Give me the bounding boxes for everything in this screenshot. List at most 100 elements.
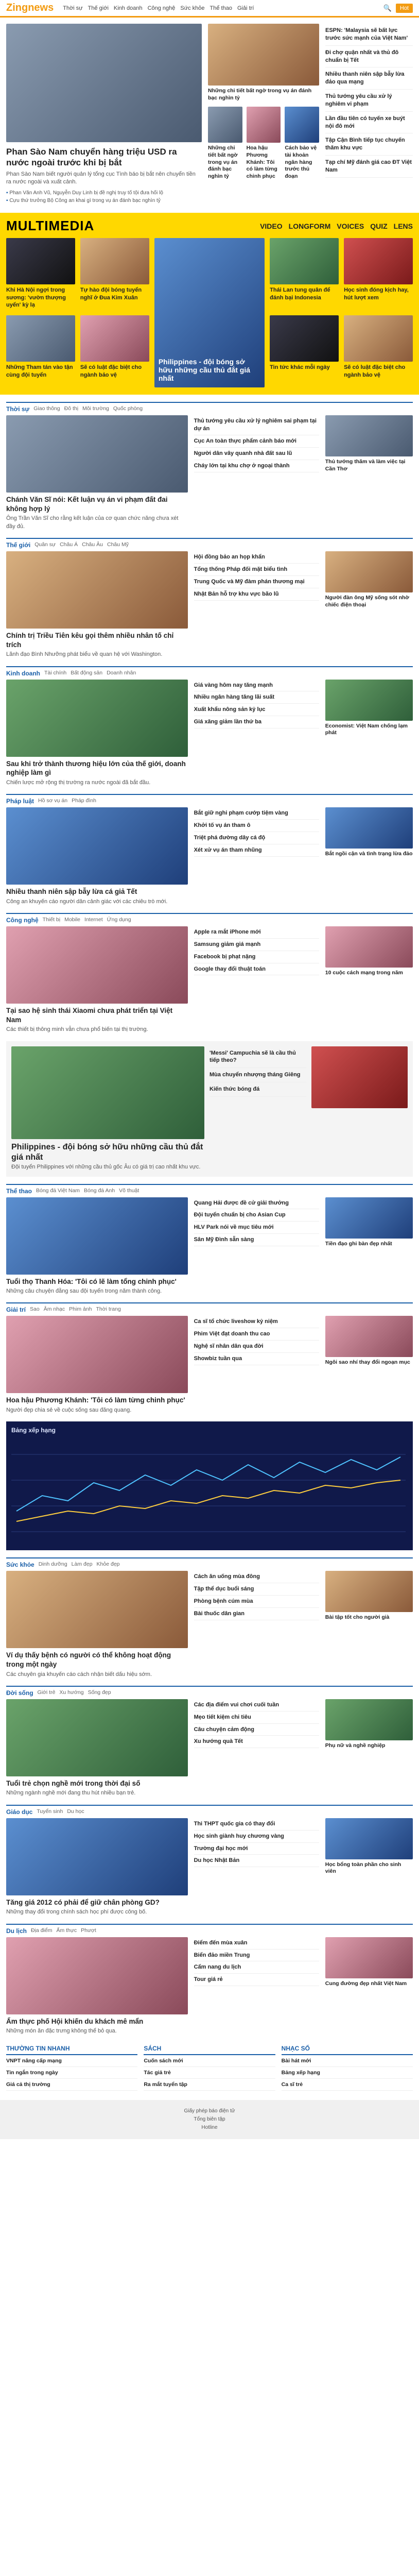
- section-list-item[interactable]: Đội tuyển chuẩn bị cho Asian Cup: [194, 1209, 319, 1222]
- tab-voices[interactable]: VOICES: [337, 222, 364, 230]
- section-name[interactable]: Giáo dục: [6, 1808, 32, 1816]
- section-list-item[interactable]: Cẩm nang du lịch: [194, 1961, 319, 1974]
- tab-video[interactable]: VIDEO: [260, 222, 283, 230]
- multimedia-item[interactable]: Tự hào đội bóng tuyển nghĩ ở Đua Kim Xuâ…: [80, 238, 149, 310]
- hero-card[interactable]: Hoa hậu Phương Khánh: Tôi có làm từng ch…: [246, 107, 281, 180]
- hot-button[interactable]: Hot: [395, 3, 413, 13]
- section-sub-link[interactable]: Internet: [84, 917, 103, 924]
- section-list-item[interactable]: Bắt giữ nghi phạm cướp tiệm vàng: [194, 807, 319, 820]
- hero-card[interactable]: Cách bảo vệ tài khoản ngân hàng trước th…: [285, 107, 319, 180]
- section-sub-link[interactable]: Dinh dưỡng: [39, 1561, 67, 1568]
- section-list-item[interactable]: Khởi tố vụ án tham ô: [194, 820, 319, 832]
- section-sub-link[interactable]: Sống đẹp: [88, 1689, 111, 1697]
- side-item[interactable]: Thủ tướng yêu cầu xử lý nghiêm vi phạm: [325, 90, 413, 112]
- section-sub-link[interactable]: Phim ảnh: [69, 1306, 92, 1313]
- section-sub-link[interactable]: Thiết bị: [43, 917, 60, 924]
- section-lead[interactable]: Nhiều thanh niên sập bẫy lừa cá giả Tết …: [6, 807, 188, 906]
- section-list-item[interactable]: Ca sĩ tổ chức liveshow kỷ niệm: [194, 1316, 319, 1329]
- section-list-item[interactable]: Giá xăng giảm lần thứ ba: [194, 716, 319, 729]
- section-side[interactable]: 10 cuộc cách mạng trong năm: [325, 926, 413, 1033]
- section-list-item[interactable]: Điểm đến mùa xuân: [194, 1937, 319, 1950]
- column-item[interactable]: Ca sĩ trẻ: [281, 2079, 413, 2091]
- column-item[interactable]: Bảng xếp hạng: [281, 2067, 413, 2079]
- section-sub-link[interactable]: Quân sự: [34, 541, 56, 549]
- section-sub-link[interactable]: Thời trang: [96, 1306, 121, 1313]
- section-list-item[interactable]: Google thay đổi thuật toán: [194, 963, 319, 976]
- section-list-item[interactable]: Học sinh giành huy chương vàng: [194, 1831, 319, 1843]
- section-name[interactable]: Thời sự: [6, 405, 29, 413]
- side-item[interactable]: Tập Cận Bình tiếp tục chuyến thăm khu vự…: [325, 133, 413, 156]
- section-sub-link[interactable]: Bóng đá Việt Nam: [36, 1188, 80, 1195]
- section-sub-link[interactable]: Giao thông: [33, 405, 60, 413]
- section-list-item[interactable]: Sân Mỹ Đình sẵn sàng: [194, 1234, 319, 1246]
- section-side[interactable]: Cung đường đẹp nhất Việt Nam: [325, 1937, 413, 2036]
- section-list-item[interactable]: Tập thể dục buổi sáng: [194, 1583, 319, 1596]
- section-sub-link[interactable]: Khỏe đẹp: [97, 1561, 120, 1568]
- section-name[interactable]: Thể thao: [6, 1188, 32, 1195]
- section-list-item[interactable]: Các địa điểm vui chơi cuối tuần: [194, 1699, 319, 1711]
- section-sub-link[interactable]: Châu Âu: [82, 541, 103, 549]
- section-list-item[interactable]: Apple ra mắt iPhone mới: [194, 926, 319, 939]
- section-name[interactable]: Thế giới: [6, 541, 30, 549]
- section-lead[interactable]: Ẩm thực phố Hội khiến du khách mê mẩn Nh…: [6, 1937, 188, 2036]
- column-item[interactable]: Bài hát mới: [281, 2055, 413, 2067]
- section-list-item[interactable]: Thủ tướng yêu cầu xử lý nghiêm sai phạm …: [194, 415, 319, 435]
- section-sub-link[interactable]: Doanh nhân: [107, 670, 136, 677]
- section-list-item[interactable]: Nhật Bản hỗ trợ khu vực bão lũ: [194, 588, 319, 601]
- strip-main[interactable]: Philippines - đội bóng sở hữu những cầu …: [11, 1046, 204, 1172]
- section-list-item[interactable]: Bài thuốc dân gian: [194, 1608, 319, 1620]
- section-sub-link[interactable]: Phượt: [81, 1927, 96, 1935]
- search-icon[interactable]: 🔍: [383, 4, 392, 12]
- column-item[interactable]: Tác giả trẻ: [144, 2067, 275, 2079]
- multimedia-item[interactable]: Tin tức khác mỗi ngày: [270, 315, 339, 387]
- section-list-item[interactable]: Trường đại học mới: [194, 1843, 319, 1855]
- section-sub-link[interactable]: Đô thị: [64, 405, 78, 413]
- hero-card[interactable]: Những chi tiết bất ngờ trong vụ án đánh …: [208, 107, 242, 180]
- section-sub-link[interactable]: Hồ sơ vụ án: [38, 798, 67, 805]
- section-side[interactable]: Phụ nữ và nghề nghiệp: [325, 1699, 413, 1798]
- nav-item[interactable]: Kinh doanh: [114, 5, 143, 11]
- section-lead[interactable]: Hoa hậu Phương Khánh: 'Tôi có làm từng c…: [6, 1316, 188, 1414]
- section-list-item[interactable]: Quang Hải được đề cử giải thưởng: [194, 1197, 319, 1210]
- section-name[interactable]: Đời sống: [6, 1689, 33, 1697]
- column-head[interactable]: NHẠC SỐ: [281, 2043, 413, 2055]
- section-side[interactable]: Bắt ngồi cận và tình trạng lừa đảo: [325, 807, 413, 906]
- section-sub-link[interactable]: Xu hướng: [59, 1689, 83, 1697]
- multimedia-item[interactable]: Khi Hà Nội ngợi trong sương: 'vườn thượn…: [6, 238, 75, 310]
- strip-item[interactable]: Mùa chuyển nhượng tháng Giêng: [210, 1068, 306, 1083]
- multimedia-item[interactable]: Học sinh đóng kịch hay, hút lượt xem: [344, 238, 413, 310]
- column-item[interactable]: Cuốn sách mới: [144, 2055, 275, 2067]
- hero-image[interactable]: [6, 24, 202, 142]
- section-lead[interactable]: Chánh Văn Sĩ nói: Kết luận vụ án vi phạm…: [6, 415, 188, 531]
- section-side[interactable]: Economist: Việt Nam chống lạm phát: [325, 679, 413, 787]
- section-list-item[interactable]: Phòng bệnh cúm mùa: [194, 1596, 319, 1608]
- section-sub-link[interactable]: Làm đẹp: [72, 1561, 93, 1568]
- section-list-item[interactable]: Du học Nhật Bản: [194, 1855, 319, 1868]
- nav-item[interactable]: Thế giới: [88, 5, 109, 11]
- hero-card[interactable]: Những chi tiết bất ngờ trong vụ án đánh …: [208, 24, 319, 101]
- section-lead[interactable]: Tại sao hệ sinh thái Xiaomi chưa phát tr…: [6, 926, 188, 1033]
- multimedia-item[interactable]: Thái Lan tung quân để đánh bại Indonesia: [270, 238, 339, 310]
- section-list-item[interactable]: Câu chuyện cảm động: [194, 1724, 319, 1736]
- multimedia-feature[interactable]: Philippines - đội bóng sở hữu những cầu …: [154, 238, 265, 388]
- section-list-item[interactable]: Biển đảo miền Trung: [194, 1950, 319, 1962]
- section-sub-link[interactable]: Tuyển sinh: [37, 1808, 63, 1816]
- section-side[interactable]: Tiền đạo ghi bàn đẹp nhất: [325, 1197, 413, 1296]
- section-name[interactable]: Du lịch: [6, 1927, 27, 1935]
- section-sub-link[interactable]: Du học: [67, 1808, 84, 1816]
- section-sub-link[interactable]: Võ thuật: [119, 1188, 139, 1195]
- section-name[interactable]: Pháp luật: [6, 798, 34, 805]
- multimedia-item[interactable]: Sẽ có luật đặc biệt cho ngành bảo vệ: [344, 315, 413, 387]
- section-name[interactable]: Kinh doanh: [6, 670, 40, 677]
- section-sub-link[interactable]: Giới trẻ: [38, 1689, 56, 1697]
- section-list-item[interactable]: Nhiều ngân hàng tăng lãi suất: [194, 691, 319, 704]
- section-lead[interactable]: Tăng giá 2012 có phải để giữ chân phòng …: [6, 1818, 188, 1917]
- side-item[interactable]: Nhiều thanh niên sập bẫy lừa đảo qua mạn…: [325, 67, 413, 90]
- section-sub-link[interactable]: Địa điểm: [31, 1927, 52, 1935]
- tab-quiz[interactable]: QUIZ: [370, 222, 387, 230]
- tab-lens[interactable]: LENS: [394, 222, 413, 230]
- section-sub-link[interactable]: Ứng dụng: [107, 917, 131, 924]
- section-sub-link[interactable]: Môi trường: [82, 405, 109, 413]
- column-head[interactable]: SÁCH: [144, 2043, 275, 2055]
- section-side[interactable]: Bài tập tốt cho người già: [325, 1571, 413, 1678]
